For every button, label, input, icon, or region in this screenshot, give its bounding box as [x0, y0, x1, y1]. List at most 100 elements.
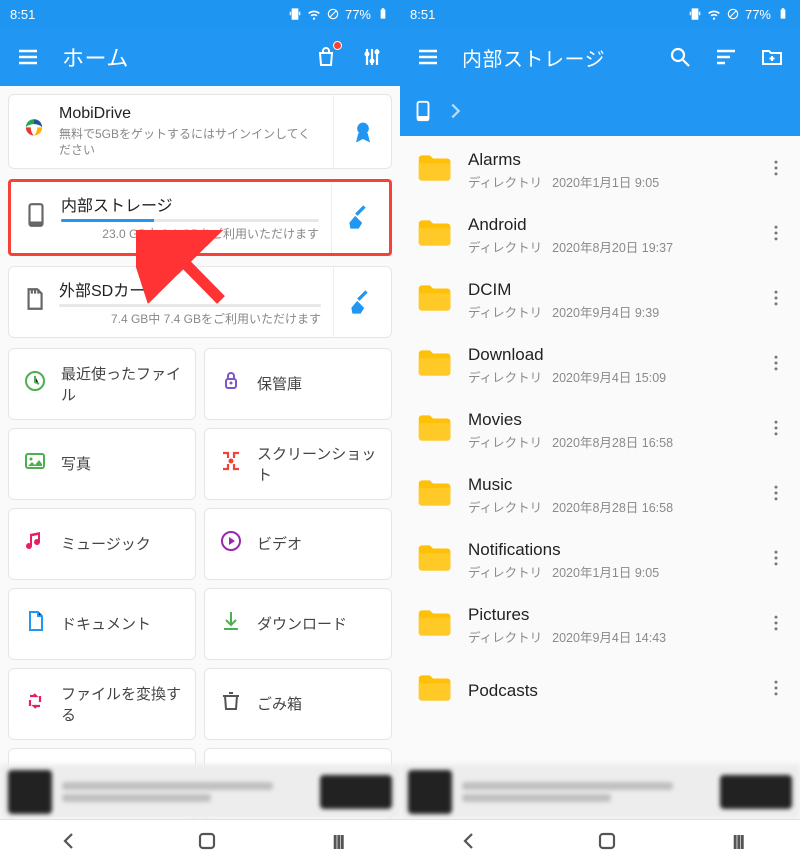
status-battery: 77% [345, 7, 371, 22]
folder-row[interactable]: Movies ディレクトリ2020年8月28日 16:58 [400, 398, 800, 463]
internal-sub: 23.0 GB中 8.1 GBをご利用いただけます [61, 226, 319, 242]
tile-1[interactable]: 保管庫 [204, 348, 392, 420]
tile-3[interactable]: スクリーンショット [204, 428, 392, 500]
ad-cta[interactable] [720, 775, 792, 809]
folder-row[interactable]: Downloadディレクトリ2020年9月4日 15:09 [400, 333, 800, 398]
folder-icon [414, 344, 452, 387]
folder-name: Music [468, 475, 750, 495]
tile-label: ダウンロード [257, 613, 347, 634]
square-icon [195, 829, 219, 853]
nav-back[interactable] [457, 829, 481, 858]
ad-banner[interactable] [0, 764, 400, 819]
folder-more-button[interactable] [766, 158, 786, 183]
folder-more-button[interactable] [766, 353, 786, 378]
folder-list: Alarmsディレクトリ2020年1月1日 9:05Androidディレクトリ2… [400, 136, 800, 725]
clean-external-button[interactable] [333, 267, 391, 337]
menu-button[interactable] [8, 37, 48, 77]
folder-row[interactable]: Notificationsディレクトリ2020年1月1日 9:05 [400, 528, 800, 593]
status-time: 8:51 [10, 7, 35, 22]
folder-name: Pictures [468, 605, 750, 625]
no-circle-icon [726, 7, 740, 21]
folder-row[interactable]: Picturesディレクトリ2020年9月4日 14:43 [400, 593, 800, 658]
ad-cta[interactable] [320, 775, 392, 809]
tile-icon [219, 529, 243, 558]
tile-8[interactable]: ファイルを変換する [8, 668, 196, 740]
folder-row[interactable]: Alarmsディレクトリ2020年1月1日 9:05 [400, 138, 800, 203]
app-bar: ホーム [0, 28, 400, 86]
card-internal-storage[interactable]: 内部ストレージ 23.0 GB中 8.1 GBをご利用いただけます [8, 179, 392, 255]
phone-icon [412, 100, 434, 122]
nav-home[interactable] [195, 829, 219, 858]
no-circle-icon [326, 7, 340, 21]
sort-button[interactable] [706, 37, 746, 77]
status-bar: 8:51 77% [400, 0, 800, 28]
app-bar: 内部ストレージ [400, 28, 800, 86]
card-external-sd[interactable]: 外部SDカード 7.4 GB中 7.4 GBをご利用いただけます [8, 266, 392, 338]
status-time: 8:51 [410, 7, 435, 22]
menu-button[interactable] [408, 37, 448, 77]
folder-name: Notifications [468, 540, 750, 560]
tile-icon [23, 609, 47, 638]
battery-icon [776, 7, 790, 21]
folder-more-button[interactable] [766, 678, 786, 703]
clean-internal-button[interactable] [331, 182, 389, 252]
mobidrive-award-button[interactable] [333, 95, 391, 168]
new-folder-button[interactable] [752, 37, 792, 77]
tile-icon [23, 529, 47, 558]
search-button[interactable] [660, 37, 700, 77]
tile-2[interactable]: 写真 [8, 428, 196, 500]
folder-row[interactable]: Androidディレクトリ2020年8月20日 19:37 [400, 203, 800, 268]
tile-icon [23, 369, 47, 398]
system-navbar: III [0, 819, 400, 867]
folder-more-button[interactable] [766, 548, 786, 573]
tile-7[interactable]: ダウンロード [204, 588, 392, 660]
nav-recent[interactable]: III [332, 832, 343, 855]
tile-6[interactable]: ドキュメント [8, 588, 196, 660]
settings-button[interactable] [352, 37, 392, 77]
folder-meta: ディレクトリ2020年8月28日 16:58 [468, 497, 750, 516]
external-progress [59, 304, 321, 307]
folder-row[interactable]: Music ディレクトリ2020年8月28日 16:58 [400, 463, 800, 528]
tile-label: 最近使ったファイル [61, 363, 181, 405]
broom-icon [347, 203, 375, 231]
folder-name: DCIM [468, 280, 750, 300]
ad-thumb [8, 770, 52, 814]
external-name: 外部SDカード [59, 277, 321, 301]
tile-icon [219, 689, 243, 718]
tile-label: 保管庫 [257, 373, 302, 394]
folder-more-button[interactable] [766, 418, 786, 443]
folder-more-button[interactable] [766, 483, 786, 508]
shop-button[interactable] [306, 37, 346, 77]
folder-name: Podcasts [468, 681, 750, 701]
folder-more-button[interactable] [766, 223, 786, 248]
folder-more-button[interactable] [766, 613, 786, 638]
tile-label: ミュージック [61, 533, 151, 554]
nav-home[interactable] [595, 829, 619, 858]
folder-more-button[interactable] [766, 288, 786, 313]
card-mobidrive[interactable]: MobiDrive 無料で5GBをゲットするにはサインインしてください [8, 94, 392, 169]
tile-icon [23, 449, 47, 478]
tile-9[interactable]: ごみ箱 [204, 668, 392, 740]
tile-label: ビデオ [257, 533, 302, 554]
mobidrive-name: MobiDrive [59, 105, 321, 123]
folder-meta: ディレクトリ2020年8月28日 16:58 [468, 432, 750, 451]
nav-back[interactable] [57, 829, 81, 858]
tile-5[interactable]: ビデオ [204, 508, 392, 580]
breadcrumb[interactable] [400, 86, 800, 136]
notification-badge [333, 41, 342, 50]
battery-icon [376, 7, 390, 21]
nav-recent[interactable]: III [732, 832, 743, 855]
chevron-left-icon [57, 829, 81, 853]
folder-row[interactable]: DCIMディレクトリ2020年9月4日 9:39 [400, 268, 800, 333]
tile-4[interactable]: ミュージック [8, 508, 196, 580]
folder-meta: ディレクトリ2020年9月4日 15:09 [468, 367, 750, 386]
vibrate-icon [288, 7, 302, 21]
tile-0[interactable]: 最近使ったファイル [8, 348, 196, 420]
status-right: 77% [688, 7, 790, 22]
folder-row[interactable]: Podcasts [400, 658, 800, 723]
ad-banner[interactable] [400, 764, 800, 819]
folder-icon [414, 539, 452, 582]
folder-name: Movies [468, 410, 750, 430]
ribbon-icon [349, 118, 377, 146]
sd-card-icon [21, 286, 47, 317]
